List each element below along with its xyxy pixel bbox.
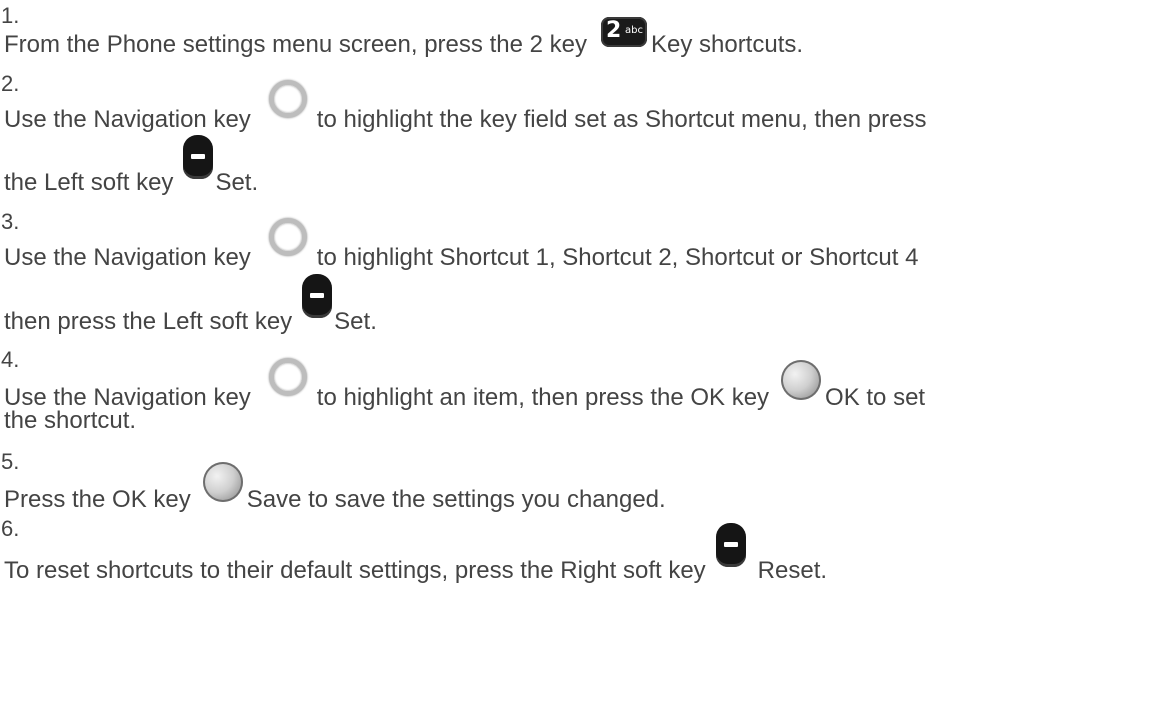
navigation-key-icon <box>268 358 307 396</box>
step-5-line-1: Press the OK key Save to save the settin… <box>4 462 666 514</box>
step-text: To reset shortcuts to their default sett… <box>4 557 706 584</box>
step-number: 3. <box>1 209 20 234</box>
ok-key-icon <box>202 462 243 502</box>
step-text: Reset. <box>757 557 828 584</box>
step-text: Use the Navigation key <box>4 106 251 133</box>
key-letters: abc <box>624 25 643 36</box>
key-digit: 2 <box>605 18 622 43</box>
instruction-page: 1. From the Phone settings menu screen, … <box>0 0 1173 722</box>
step-text: the shortcut. <box>4 407 137 434</box>
step-text: then press the Left soft key <box>4 308 293 335</box>
left-soft-key-icon <box>302 274 333 318</box>
navigation-key-icon <box>268 80 307 118</box>
step-text: to highlight Shortcut 1, Shortcut 2, Sho… <box>316 244 919 271</box>
step-4-line-1: Use the Navigation key to highlight an i… <box>4 358 926 412</box>
right-soft-key-icon <box>715 523 746 567</box>
step-number: 1. <box>1 3 20 28</box>
step-number: 4. <box>1 347 20 372</box>
step-text: Key shortcuts. <box>650 31 804 58</box>
step-text: OK to set <box>825 384 926 411</box>
step-2-line-2: the Left soft key Set. <box>4 135 259 197</box>
step-text: to highlight an item, then press the OK … <box>316 384 770 411</box>
step-text: Save to save the settings you changed. <box>246 486 666 513</box>
step-text: From the Phone settings menu screen, pre… <box>4 31 587 58</box>
step-3-line-1: Use the Navigation key to highlight Shor… <box>4 218 919 272</box>
step-text: Press the OK key <box>4 486 191 513</box>
step-text: Use the Navigation key <box>4 244 251 271</box>
step-4-line-2: the shortcut. <box>4 407 136 435</box>
step-number: 2. <box>1 71 20 96</box>
step-2-line-1: Use the Navigation key to highlight the … <box>4 80 927 134</box>
step-6-line-1: To reset shortcuts to their default sett… <box>4 523 828 585</box>
key-2abc-icon: 2 abc <box>600 17 647 47</box>
step-text: Set. <box>334 308 377 335</box>
step-text: the Left soft key <box>4 169 174 196</box>
ok-key-icon <box>781 360 822 400</box>
navigation-key-icon <box>268 218 307 256</box>
step-number: 5. <box>1 449 20 474</box>
step-number: 6. <box>1 516 20 541</box>
step-text: to highlight the key field set as Shortc… <box>316 106 927 133</box>
step-text: Set. <box>215 169 259 196</box>
left-soft-key-icon <box>183 135 214 179</box>
step-1-line-1: From the Phone settings menu screen, pre… <box>4 17 804 59</box>
step-3-line-2: then press the Left soft key Set. <box>4 274 377 336</box>
